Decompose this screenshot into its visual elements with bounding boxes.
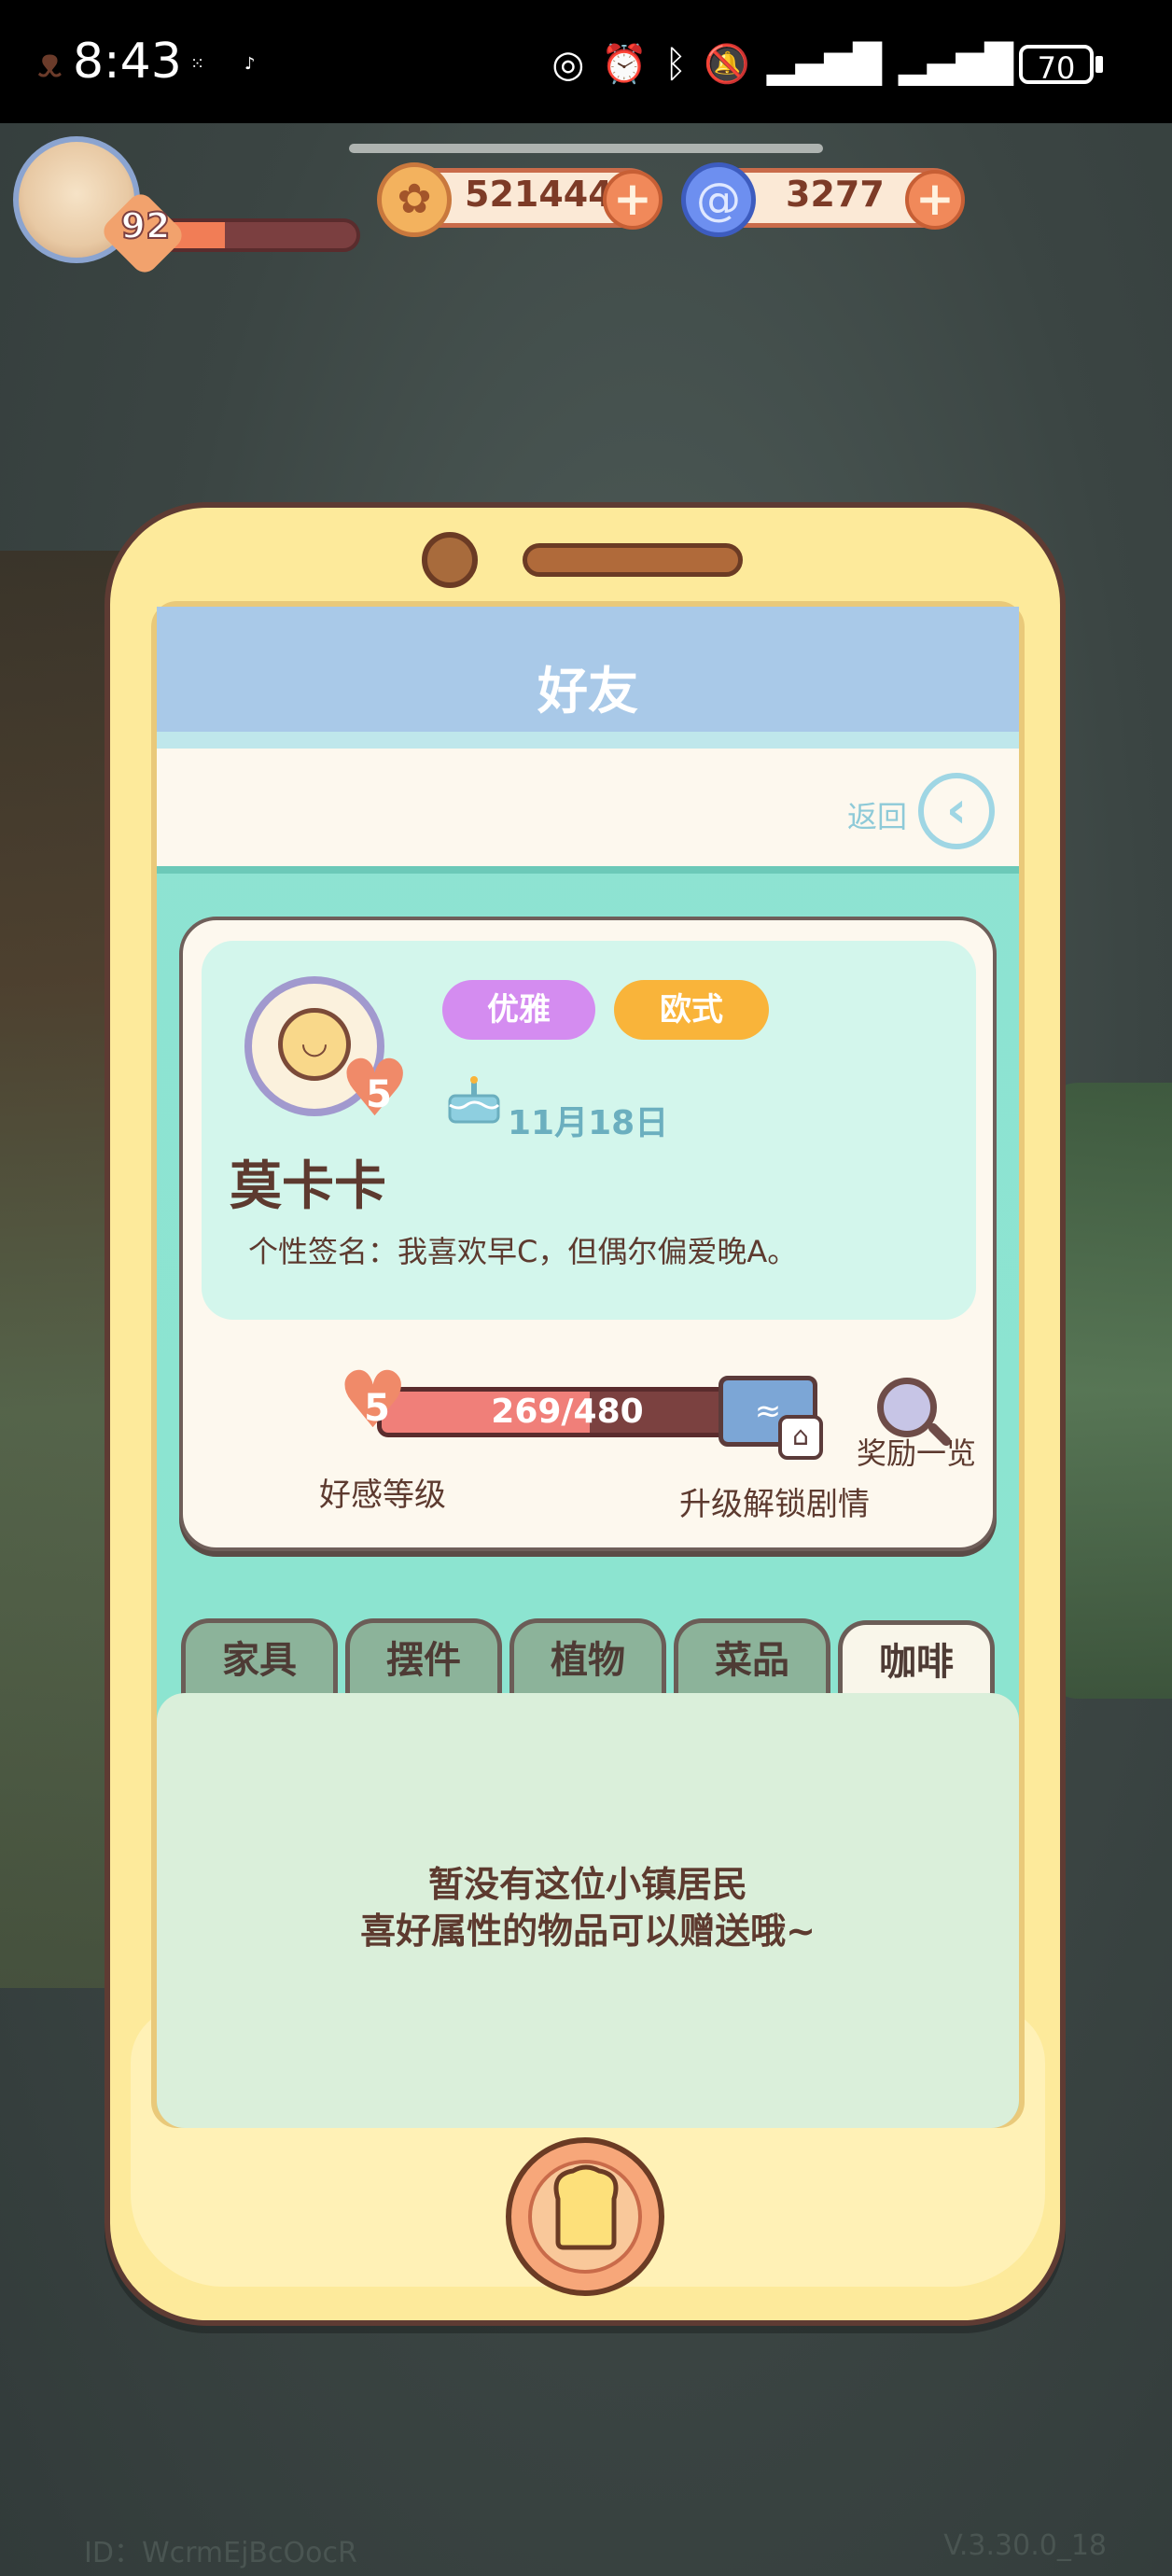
add-gems-button[interactable]: + [905, 170, 965, 230]
mute-icon: 🔕 [704, 43, 750, 86]
birthday-date: 11月18日 [508, 1104, 669, 1142]
empty-message: 暂没有这位小镇居民 喜好属性的物品可以赠送哦~ [157, 1861, 1019, 1954]
unlock-story-label: 升级解锁剧情 [679, 1486, 870, 1523]
phone-camera [422, 532, 478, 588]
tab-dishes[interactable]: 菜品 [674, 1618, 830, 1699]
tiktok-icon: ♪ [244, 54, 256, 74]
signal-2-icon: ▂▄▆█ [898, 43, 1013, 86]
header-divider [157, 732, 1019, 749]
affinity-level-label: 好感等级 [319, 1477, 446, 1514]
panel-title: 好友 [537, 662, 638, 721]
lock-icon: ⌂ [778, 1415, 823, 1460]
player-level: 92 [120, 204, 172, 247]
back-button[interactable]: ‹ [918, 773, 995, 849]
status-time: 8:43 [73, 34, 182, 90]
version-text: V.3.30.0_18 [943, 2529, 1107, 2562]
tab-furniture[interactable]: 家具 [181, 1618, 338, 1699]
notification-icon: ⁙ [190, 54, 205, 74]
pull-down-handle[interactable] [349, 144, 823, 153]
reward-overview-label[interactable]: 奖励一览 [857, 1430, 976, 1473]
coin-value: 521444 [465, 174, 613, 215]
signal-icon: ▂▄▆█ [766, 43, 882, 86]
friend-heart-level: 5 [366, 1073, 392, 1116]
coin-icon: ✿ [377, 162, 452, 237]
hotspot-icon: ◎ [551, 43, 585, 86]
battery-tip [1095, 56, 1103, 73]
birthday-cake-icon [448, 1076, 500, 1124]
status-icons: ◎ ⏰ ᛒ 🔕 ▂▄▆█ ▂▄▆█ [551, 41, 1013, 88]
affinity-progress-text: 269/480 [491, 1393, 644, 1431]
bluetooth-icon: ᛒ [664, 43, 688, 86]
tag-european: 欧式 [614, 980, 769, 1040]
tag-elegant: 优雅 [442, 980, 595, 1040]
swirl-gem-icon: @ [681, 162, 756, 237]
dog-avatar-icon: ᴥ [37, 39, 63, 87]
empty-message-line2: 喜好属性的物品可以赠送哦~ [360, 1911, 816, 1952]
chevron-left-icon: ‹ [945, 780, 968, 839]
friend-name: 莫卡卡 [230, 1156, 386, 1217]
friend-signature: 个性签名：我喜欢早C，但偶尔偏爱晚A。 [248, 1234, 798, 1269]
empty-message-line1: 暂没有这位小镇居民 [427, 1864, 747, 1905]
gem-value: 3277 [786, 174, 885, 215]
bread-icon [553, 2164, 619, 2250]
tab-ornaments[interactable]: 摆件 [345, 1618, 502, 1699]
nav-bar-shadow [157, 866, 1019, 874]
back-label[interactable]: 返回 [847, 793, 907, 836]
player-id: ID：WcrmEjBcOocR [84, 2537, 357, 2569]
tab-plants[interactable]: 植物 [509, 1618, 666, 1699]
affinity-level: 5 [364, 1387, 390, 1430]
battery-indicator: 70 [1019, 45, 1094, 86]
add-coins-button[interactable]: + [603, 170, 663, 230]
alarm-icon: ⏰ [601, 43, 649, 86]
phone-speaker [523, 543, 743, 577]
